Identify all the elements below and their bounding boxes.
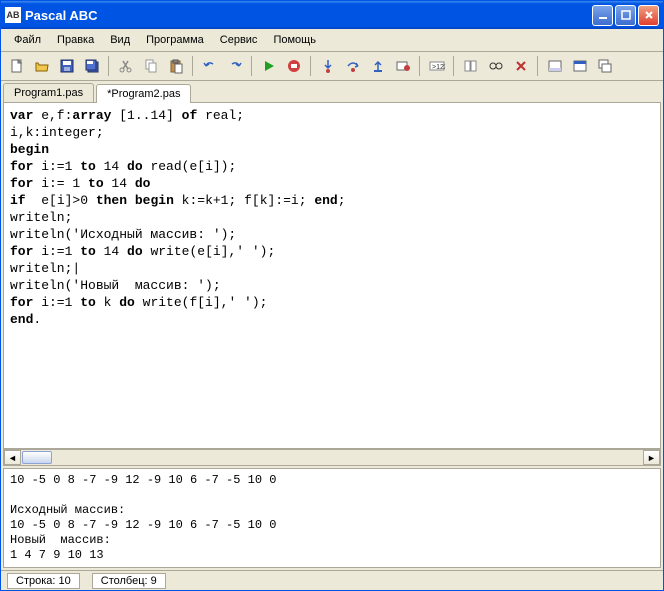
toolbar-separator xyxy=(419,56,420,76)
glasses-icon[interactable] xyxy=(484,55,507,77)
paste-icon[interactable] xyxy=(164,55,187,77)
horizontal-scrollbar[interactable]: ◄ ► xyxy=(3,449,661,466)
output-panel[interactable]: 10 -5 0 8 -7 -9 12 -9 10 6 -7 -5 10 0 Ис… xyxy=(3,468,661,568)
input-panel-icon[interactable]: >123 xyxy=(425,55,448,77)
save-icon[interactable] xyxy=(55,55,78,77)
toolbar-separator xyxy=(251,56,252,76)
toolbar-separator xyxy=(310,56,311,76)
toolbar-separator xyxy=(537,56,538,76)
scroll-thumb[interactable] xyxy=(22,451,52,464)
scroll-left-icon[interactable]: ◄ xyxy=(4,450,21,465)
open-file-icon[interactable] xyxy=(30,55,53,77)
svg-text:>123: >123 xyxy=(432,64,445,71)
menu-service[interactable]: Сервис xyxy=(213,32,265,48)
new-file-icon[interactable] xyxy=(5,55,28,77)
step-into-icon[interactable] xyxy=(316,55,339,77)
main-window: AB Pascal ABC Файл Правка Вид Программа … xyxy=(0,0,664,591)
stop-icon[interactable] xyxy=(282,55,305,77)
app-icon: AB xyxy=(5,7,21,23)
watch-icon[interactable] xyxy=(459,55,482,77)
minimize-button[interactable] xyxy=(592,5,613,26)
toolbar-separator xyxy=(453,56,454,76)
code-editor[interactable]: var e,f:array [1..14] of real;i,k:intege… xyxy=(3,102,661,449)
tab-program1[interactable]: Program1.pas xyxy=(3,83,94,102)
statusbar: Строка: 10 Столбец: 9 xyxy=(1,570,663,590)
windows-icon[interactable] xyxy=(593,55,616,77)
editor-tabs: Program1.pas *Program2.pas xyxy=(1,81,663,102)
undo-icon[interactable] xyxy=(198,55,221,77)
breakpoint-icon[interactable] xyxy=(391,55,414,77)
menu-file[interactable]: Файл xyxy=(7,32,48,48)
delete-icon[interactable] xyxy=(509,55,532,77)
status-column: Столбец: 9 xyxy=(92,573,166,589)
scroll-track[interactable] xyxy=(21,450,643,465)
close-button[interactable] xyxy=(638,5,659,26)
scroll-right-icon[interactable]: ► xyxy=(643,450,660,465)
console-icon[interactable] xyxy=(543,55,566,77)
step-over-icon[interactable] xyxy=(341,55,364,77)
save-all-icon[interactable] xyxy=(80,55,103,77)
window-title: Pascal ABC xyxy=(25,8,592,23)
cut-icon[interactable] xyxy=(114,55,137,77)
toolbar: >123 xyxy=(1,52,663,81)
menubar: Файл Правка Вид Программа Сервис Помощь xyxy=(1,29,663,52)
maximize-button[interactable] xyxy=(615,5,636,26)
menu-program[interactable]: Программа xyxy=(139,32,211,48)
menu-help[interactable]: Помощь xyxy=(266,32,323,48)
redo-icon[interactable] xyxy=(223,55,246,77)
menu-view[interactable]: Вид xyxy=(103,32,137,48)
toolbar-separator xyxy=(192,56,193,76)
window-icon[interactable] xyxy=(568,55,591,77)
toolbar-separator xyxy=(108,56,109,76)
menu-edit[interactable]: Правка xyxy=(50,32,101,48)
step-out-icon[interactable] xyxy=(366,55,389,77)
tab-program2[interactable]: *Program2.pas xyxy=(96,84,191,103)
copy-icon[interactable] xyxy=(139,55,162,77)
status-line: Строка: 10 xyxy=(7,573,80,589)
titlebar: AB Pascal ABC xyxy=(1,1,663,29)
run-icon[interactable] xyxy=(257,55,280,77)
